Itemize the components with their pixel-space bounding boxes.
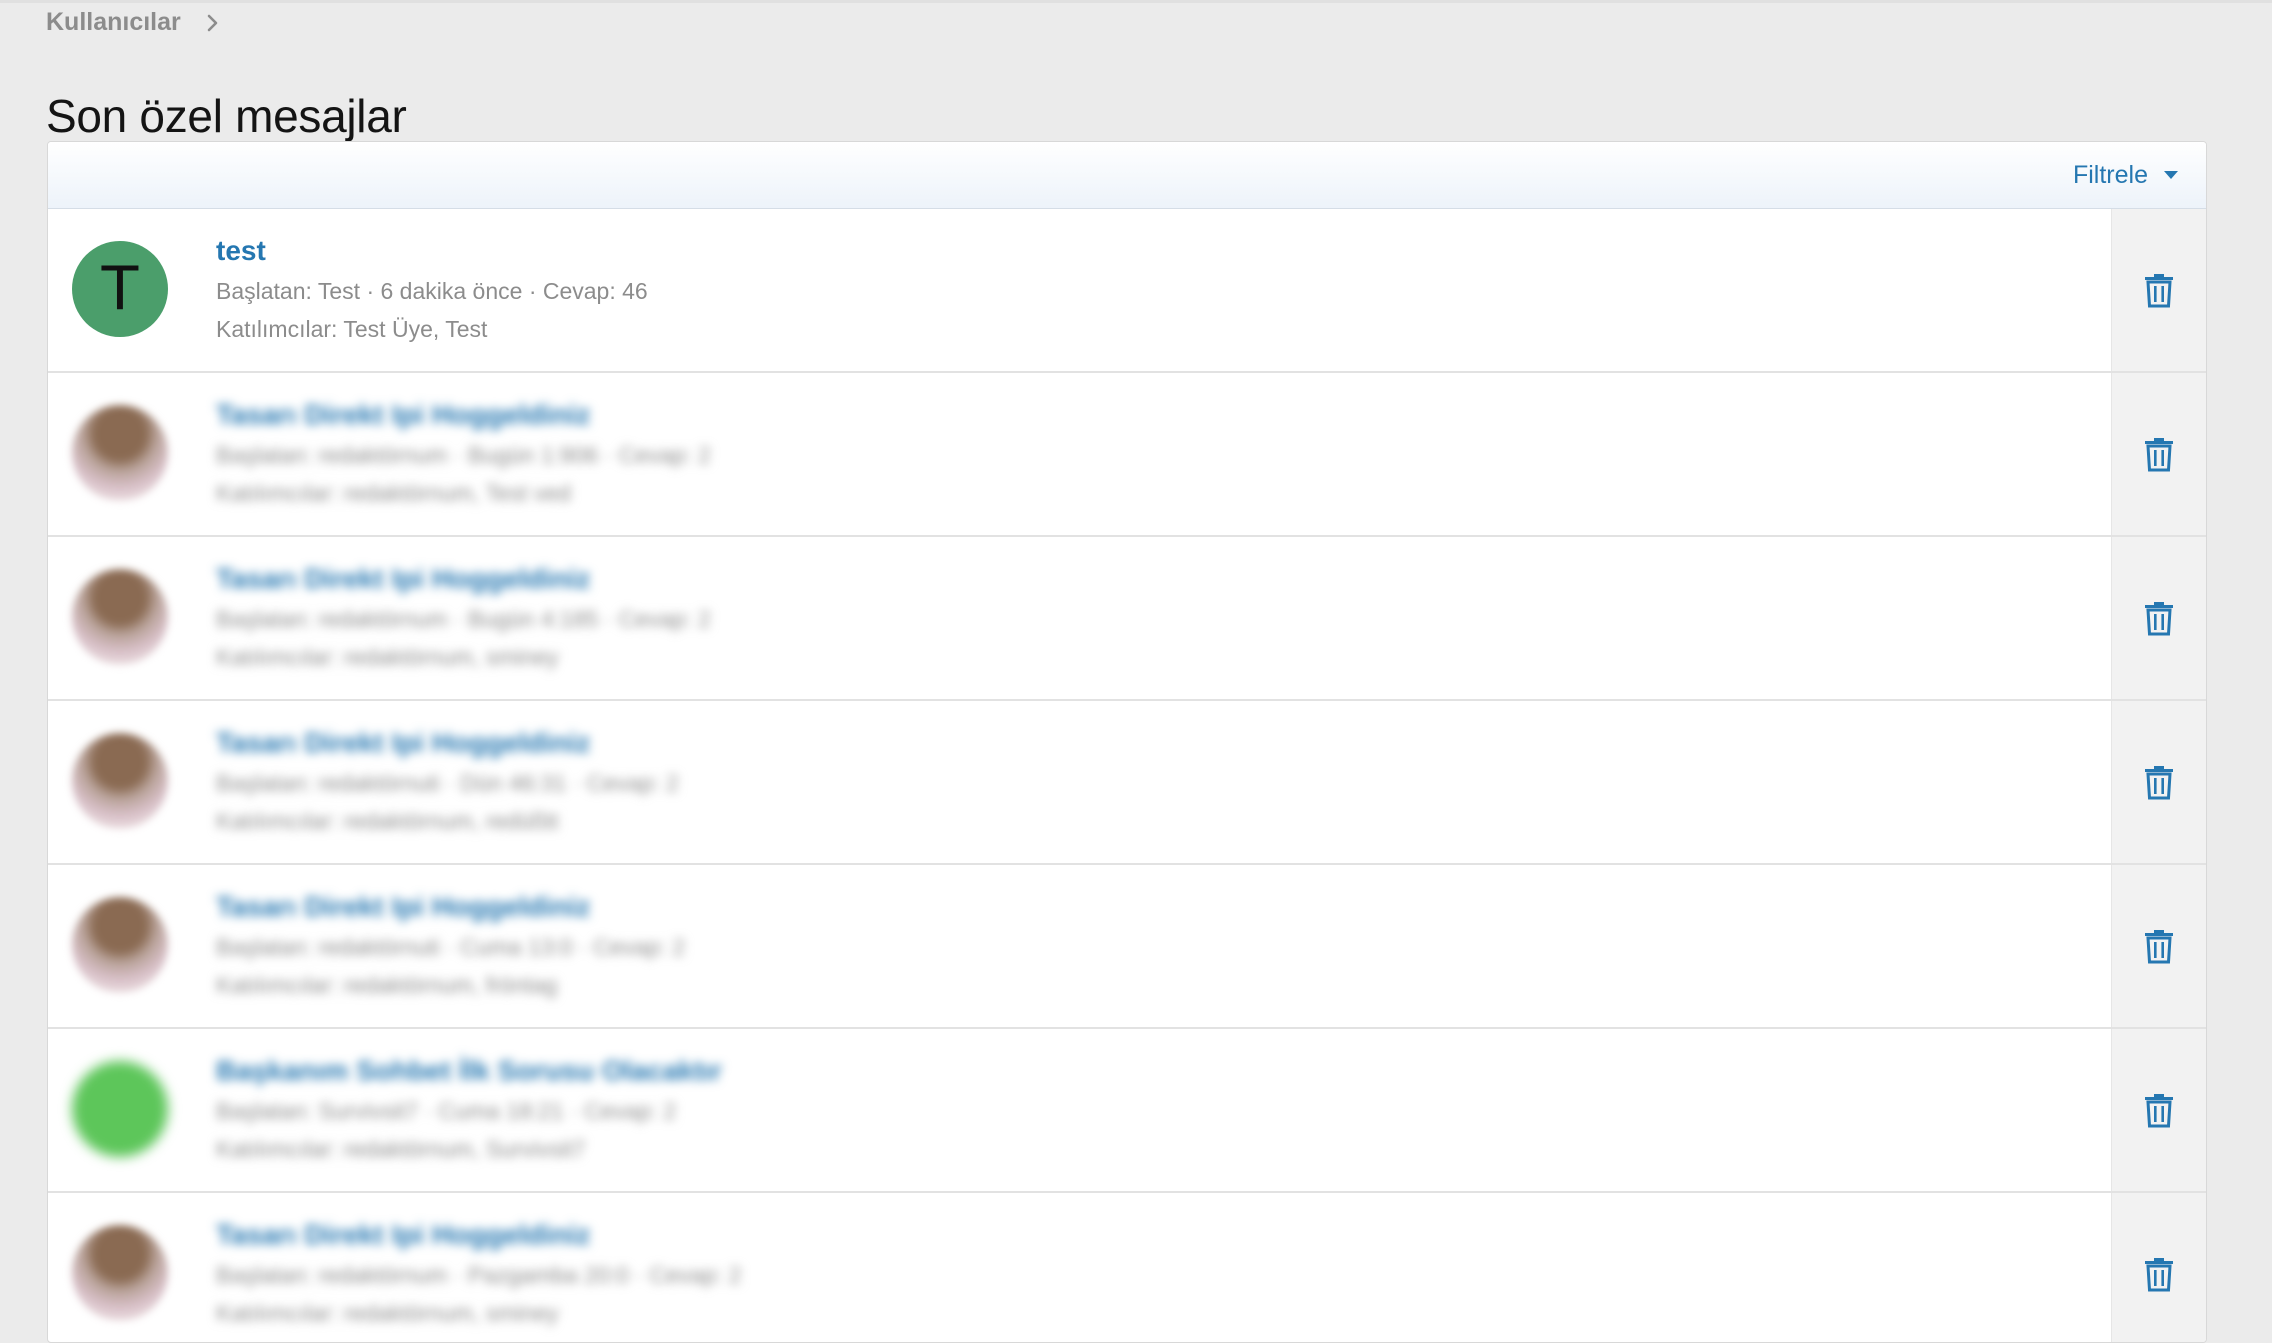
avatar[interactable] [72,733,168,829]
conversation-participants: Katılımcılar: redaktörnum, Test ved [216,480,571,506]
breadcrumb-link-users[interactable]: Kullanıcılar [46,8,181,37]
conversation-participants: Katılımcılar: redaktörnum, Survivsit7 [216,1136,586,1162]
conversation-meta: Başlatan: redaktörnuti · Cuma 13:0 · Cev… [216,934,686,960]
conversation-title-link[interactable]: Tasarı Direkt Ipi Hoggeldiniz [216,1215,741,1255]
caret-down-icon [2162,169,2180,181]
conversation-meta: Başlatan: redaktörnuti · Dün 46:31 · Cev… [216,770,679,796]
conversation-participants: Katılımcılar: redaktörnum, redüßtt [216,808,559,834]
conversation-participants: Katılımcılar: redaktörnum, sminey [216,1300,559,1326]
conversation-title-link[interactable]: Tasarı Direkt Ipi Hoggeldiniz [216,559,711,599]
conversation-title-link[interactable]: test [216,231,648,271]
trash-icon[interactable] [2142,599,2176,637]
trash-icon[interactable] [2142,271,2176,309]
row-actions [2111,373,2206,535]
trash-icon[interactable] [2142,435,2176,473]
trash-icon[interactable] [2142,927,2176,965]
avatar[interactable]: T [72,241,168,337]
conversation-meta: Başlatan: redaktörnum · Pazgamba 20:0 · … [216,1262,742,1288]
conversation-participants: Katılımcılar: redaktörnum, sminey [216,644,559,670]
row-actions [2111,865,2206,1027]
row-actions [2111,1029,2206,1191]
conversation-meta: Başlatan: redaktörnum · Bugün 1:906 · Ce… [216,442,711,468]
trash-icon[interactable] [2142,763,2176,801]
trash-icon[interactable] [2142,1255,2176,1293]
page-title: Son özel mesajlar [46,89,407,142]
conversation-title-link[interactable]: Tasarı Direkt Ipi Hoggeldiniz [216,887,685,927]
avatar[interactable] [72,405,168,501]
conversation-list-panel: Filtrele T test Başlatan: Test · 6 dakik… [47,141,2207,1343]
top-border [0,0,2272,3]
row-actions [2111,537,2206,699]
conversation-row[interactable]: Tasarı Direkt Ipi Hoggeldiniz Başlatan: … [48,701,2206,865]
conversation-row[interactable]: T test Başlatan: Test · 6 dakika önce · … [48,209,2206,373]
avatar[interactable] [72,1061,168,1157]
conversation-title-link[interactable]: Tasarı Direkt Ipi Hoggeldiniz [216,395,711,435]
filter-button[interactable]: Filtrele [2073,161,2180,190]
conversation-row[interactable]: Tasarı Direkt Ipi Hoggeldiniz Başlatan: … [48,537,2206,701]
chevron-right-icon [199,9,227,37]
conversation-meta: Başlatan: Survivsit7 · Cuma 18:21 · Ceva… [216,1098,677,1124]
conversation-meta: Başlatan: Test · 6 dakika önce · Cevap: … [216,278,648,304]
conversation-row[interactable]: Tasarı Direkt Ipi Hoggeldiniz Başlatan: … [48,865,2206,1029]
breadcrumb[interactable]: Kullanıcılar [46,8,227,37]
conversation-title-link[interactable]: Tasarı Direkt Ipi Hoggeldiniz [216,723,679,763]
trash-icon[interactable] [2142,1091,2176,1129]
conversation-participants: Katılımcılar: Test Üye, Test [216,316,488,342]
conversation-meta: Başlatan: redaktörnum · Bugün 4:185 · Ce… [216,606,711,632]
avatar[interactable] [72,1225,168,1321]
avatar[interactable] [72,569,168,665]
row-actions [2111,209,2206,371]
filter-label: Filtrele [2072,160,2148,189]
avatar[interactable] [72,897,168,993]
conversation-title-link[interactable]: Başkanım Sohbet İlk Sorusu Olacaktır [216,1051,722,1091]
list-header: Filtrele [48,142,2206,209]
row-actions [2111,701,2206,863]
conversation-row[interactable]: Tasarı Direkt Ipi Hoggeldiniz Başlatan: … [48,1193,2206,1342]
conversation-row[interactable]: Başkanım Sohbet İlk Sorusu Olacaktır Baş… [48,1029,2206,1193]
conversation-participants: Katılımcılar: redaktörnum, fröntag [216,972,558,998]
conversation-row[interactable]: Tasarı Direkt Ipi Hoggeldiniz Başlatan: … [48,373,2206,537]
row-actions [2111,1193,2206,1342]
